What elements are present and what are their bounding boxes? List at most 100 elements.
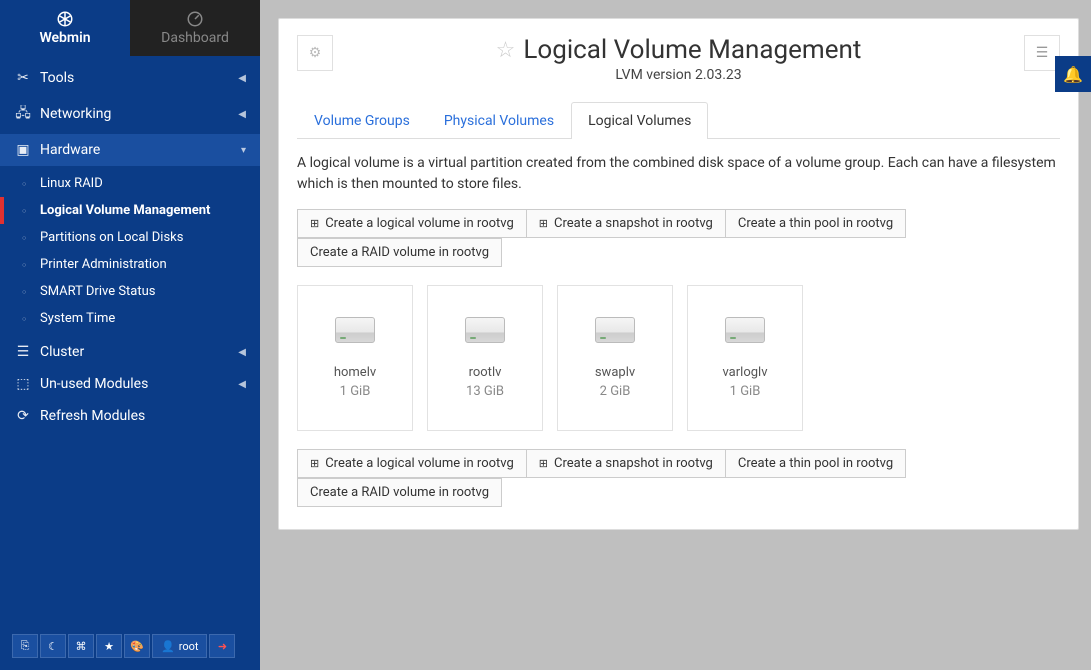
theme-button[interactable]: 🎨 <box>124 634 150 658</box>
content-panel: ⚙ ☰ ☆ Logical Volume Management LVM vers… <box>278 18 1079 530</box>
webmin-icon <box>56 10 74 28</box>
chevron-left-icon: ◀ <box>238 379 246 390</box>
create-lv-button[interactable]: ⊞ Create a logical volume in rootvg <box>297 449 527 478</box>
drive-icon <box>725 317 765 343</box>
tab-label: Logical Volumes <box>588 113 691 129</box>
volume-size: 1 GiB <box>730 384 761 399</box>
sidebar-item-label: Cluster <box>40 344 84 360</box>
volume-name: homelv <box>334 365 376 380</box>
action-label: Create a snapshot in rootvg <box>554 456 713 471</box>
networking-icon: 🖧 <box>14 102 32 126</box>
sidebar-item-hardware[interactable]: ▣ Hardware ▾ <box>0 134 260 166</box>
volume-card[interactable]: homelv 1 GiB <box>297 285 413 431</box>
tab-volume-groups[interactable]: Volume Groups <box>297 102 427 139</box>
action-label: Create a thin pool in rootvg <box>738 456 893 471</box>
sidebar-item-label: Un-used Modules <box>40 376 148 392</box>
content-tabs: Volume Groups Physical Volumes Logical V… <box>297 101 1060 139</box>
sidebar-item-unused[interactable]: ⬚ Un-used Modules ◀ <box>0 368 260 400</box>
sidebar-item-label: Hardware <box>40 142 100 158</box>
refresh-icon: ⟳ <box>14 408 32 424</box>
hardware-icon: ▣ <box>14 142 32 158</box>
create-lv-button[interactable]: ⊞Create a logical volume in rootvg <box>297 209 527 238</box>
create-raid-button[interactable]: Create a RAID volume in rootvg <box>297 238 502 267</box>
plus-icon: ⊞ <box>539 217 548 230</box>
tools-icon: ✂ <box>14 70 32 86</box>
night-mode-button[interactable]: ☾ <box>40 634 66 658</box>
volume-name: varloglv <box>722 365 767 380</box>
sidebar-tabs: Webmin Dashboard <box>0 0 260 56</box>
chevron-left-icon: ◀ <box>238 109 246 120</box>
sidebar-item-printer[interactable]: Printer Administration <box>28 251 260 278</box>
create-thinpool-button[interactable]: Create a thin pool in rootvg <box>725 449 906 478</box>
create-snapshot-button[interactable]: ⊞Create a snapshot in rootvg <box>526 449 726 478</box>
palette-icon: 🎨 <box>130 640 144 653</box>
create-thinpool-button[interactable]: Create a thin pool in rootvg <box>725 209 906 238</box>
tab-label: Volume Groups <box>314 113 410 129</box>
tab-webmin[interactable]: Webmin <box>0 0 130 56</box>
favorite-star-icon[interactable]: ☆ <box>496 38 516 63</box>
sidebar: Webmin Dashboard ✂ Tools ◀ 🖧 Networking … <box>0 0 260 670</box>
action-label: Create a snapshot in rootvg <box>554 216 713 231</box>
main-content: ⚙ ☰ ☆ Logical Volume Management LVM vers… <box>262 0 1091 670</box>
volume-size: 2 GiB <box>600 384 631 399</box>
volume-card[interactable]: varloglv 1 GiB <box>687 285 803 431</box>
create-snapshot-button[interactable]: ⊞ Create a snapshot in rootvg <box>526 209 726 238</box>
bottom-toolbar: ⎘ ☾ ⌘ ★ 🎨 👤 root ➜ <box>0 626 260 670</box>
tab-physical-volumes[interactable]: Physical Volumes <box>427 102 571 139</box>
sidebar-item-label: Refresh Modules <box>40 408 145 424</box>
sidebar-item-linux-raid[interactable]: Linux RAID <box>28 170 260 197</box>
tab-logical-volumes[interactable]: Logical Volumes <box>571 102 708 139</box>
favorites-button[interactable]: ★ <box>96 634 122 658</box>
toggle-sidebar-button[interactable]: ⎘ <box>12 634 38 658</box>
action-row-top: ⊞Create a logical volume in rootvg ⊞ Crea… <box>297 209 1060 267</box>
settings-button[interactable]: ⚙ <box>297 35 333 71</box>
sidebar-item-label: SMART Drive Status <box>40 284 156 299</box>
action-label: Create a RAID volume in rootvg <box>310 245 489 260</box>
user-button[interactable]: 👤 root <box>152 634 207 658</box>
action-row-bottom: ⊞ Create a logical volume in rootvg ⊞Crea… <box>297 449 1060 507</box>
drive-icon <box>595 317 635 343</box>
drive-icon <box>335 317 375 343</box>
username-label: root <box>179 640 199 653</box>
volume-name: swaplv <box>595 365 635 380</box>
sidebar-item-tools[interactable]: ✂ Tools ◀ <box>0 62 260 94</box>
sidebar-item-smart[interactable]: SMART Drive Status <box>28 278 260 305</box>
sidebar-item-lvm[interactable]: Logical Volume Management <box>28 197 260 224</box>
sidebar-item-refresh[interactable]: ⟳ Refresh Modules <box>0 400 260 432</box>
create-raid-button[interactable]: Create a RAID volume in rootvg <box>297 478 502 507</box>
sidebar-item-label: Partitions on Local Disks <box>40 230 183 245</box>
logout-button[interactable]: ➜ <box>209 634 235 658</box>
dashboard-icon <box>186 10 204 28</box>
tab-webmin-label: Webmin <box>39 30 90 46</box>
sidebar-item-label: System Time <box>40 311 115 326</box>
cluster-icon: ☰ <box>14 344 32 360</box>
page-title: Logical Volume Management <box>523 35 861 65</box>
moon-icon: ☾ <box>48 640 58 653</box>
terminal-button[interactable]: ⌘ <box>68 634 94 658</box>
volume-card[interactable]: rootlv 13 GiB <box>427 285 543 431</box>
list-icon: ☰ <box>1036 45 1049 61</box>
sidebar-item-label: Printer Administration <box>40 257 167 272</box>
terminal-icon: ⌘ <box>76 640 87 653</box>
sidebar-item-system-time[interactable]: System Time <box>28 305 260 332</box>
columns-icon: ⎘ <box>21 639 30 653</box>
page-subtitle: LVM version 2.03.23 <box>297 67 1060 83</box>
tab-label: Physical Volumes <box>444 113 554 129</box>
sidebar-item-networking[interactable]: 🖧 Networking ◀ <box>0 94 260 134</box>
notifications-button[interactable]: 🔔 <box>1055 56 1091 92</box>
sidebar-item-partitions[interactable]: Partitions on Local Disks <box>28 224 260 251</box>
sidebar-item-label: Networking <box>40 106 111 122</box>
sidebar-item-cluster[interactable]: ☰ Cluster ◀ <box>0 336 260 368</box>
action-label: Create a logical volume in rootvg <box>325 456 514 471</box>
volume-card[interactable]: swaplv 2 GiB <box>557 285 673 431</box>
sidebar-nav: ✂ Tools ◀ 🖧 Networking ◀ ▣ Hardware ▾ Li… <box>0 56 260 626</box>
tab-dashboard[interactable]: Dashboard <box>130 0 260 56</box>
plus-icon: ⊞ <box>310 217 319 230</box>
chevron-left-icon: ◀ <box>238 347 246 358</box>
volume-cards: homelv 1 GiB rootlv 13 GiB swaplv 2 GiB … <box>297 285 1060 431</box>
volume-name: rootlv <box>469 365 502 380</box>
puzzle-icon: ⬚ <box>14 376 32 392</box>
action-label: Create a thin pool in rootvg <box>738 216 893 231</box>
plus-icon: ⊞ <box>310 457 319 470</box>
sidebar-item-label: Linux RAID <box>40 176 103 191</box>
